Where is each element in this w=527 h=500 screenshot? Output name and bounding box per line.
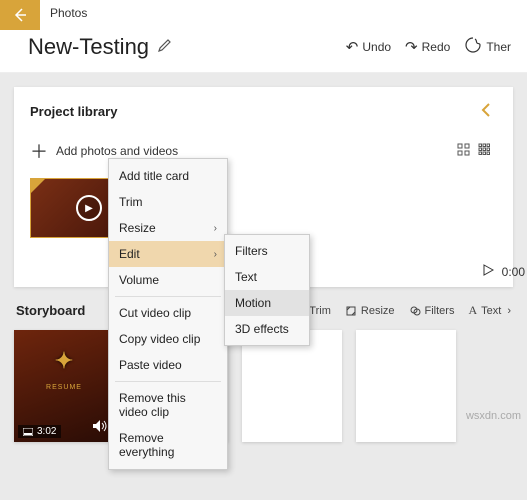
selection-corner-icon xyxy=(31,179,45,193)
storyboard-empty-slot[interactable] xyxy=(242,330,342,442)
menu-trim[interactable]: Trim xyxy=(109,189,227,215)
submenu-text[interactable]: Text xyxy=(225,264,309,290)
plus-icon: ＋ xyxy=(30,138,48,164)
clip-overlay-text: RESUME xyxy=(14,384,114,391)
back-button[interactable] xyxy=(0,0,40,30)
storyboard-clips: ✦ RESUME 3:02 xyxy=(14,330,513,442)
storyboard-clip[interactable]: ✦ RESUME 3:02 xyxy=(14,330,114,442)
redo-icon: ↷ xyxy=(405,38,418,56)
themes-button[interactable]: Ther xyxy=(464,36,511,58)
submenu-motion[interactable]: Motion xyxy=(225,290,309,316)
menu-separator xyxy=(115,296,221,297)
edit-submenu: Filters Text Motion 3D effects xyxy=(224,234,310,346)
menu-copy[interactable]: Copy video clip xyxy=(109,326,227,352)
menu-add-title-card[interactable]: Add title card xyxy=(109,163,227,189)
play-overlay-icon: ▶ xyxy=(76,195,102,221)
undo-button[interactable]: ↶ Undo xyxy=(346,38,391,56)
text-icon: A xyxy=(468,303,477,318)
storyboard-title: Storyboard xyxy=(16,303,85,318)
preview-play-button[interactable] xyxy=(482,264,494,279)
grid-small-view-button[interactable] xyxy=(478,143,491,159)
palette-icon xyxy=(464,36,482,58)
undo-label: Undo xyxy=(362,40,391,54)
storyboard-empty-slot[interactable] xyxy=(356,330,456,442)
preview-time: 0:00 xyxy=(502,265,525,279)
menu-resize[interactable]: Resize› xyxy=(109,215,227,241)
add-media-label: Add photos and videos xyxy=(56,144,178,158)
context-menu: Add title card Trim Resize› Edit› Volume… xyxy=(108,158,228,470)
menu-remove-clip[interactable]: Remove this video clip xyxy=(109,385,227,425)
submenu-3d-effects[interactable]: 3D effects xyxy=(225,316,309,342)
resize-tool[interactable]: Resize xyxy=(345,305,395,317)
collapse-library-button[interactable] xyxy=(479,101,493,122)
more-tools-button[interactable]: › xyxy=(507,305,511,317)
clip-artwork-icon: ✦ xyxy=(55,348,73,374)
chevron-right-icon: › xyxy=(507,305,511,317)
arrow-left-icon xyxy=(12,7,28,23)
clip-volume-icon[interactable] xyxy=(92,419,108,436)
menu-cut[interactable]: Cut video clip xyxy=(109,300,227,326)
filters-icon xyxy=(409,305,421,317)
menu-paste[interactable]: Paste video xyxy=(109,352,227,378)
edit-title-button[interactable] xyxy=(157,37,173,57)
undo-icon: ↶ xyxy=(346,38,359,56)
redo-button[interactable]: ↷ Redo xyxy=(405,38,450,56)
text-tool[interactable]: A Text xyxy=(468,303,501,318)
menu-edit[interactable]: Edit› xyxy=(109,241,227,267)
themes-label: Ther xyxy=(486,40,511,54)
menu-volume[interactable]: Volume xyxy=(109,267,227,293)
chevron-right-icon: › xyxy=(214,249,217,260)
redo-label: Redo xyxy=(422,40,451,54)
chevron-right-icon: › xyxy=(214,223,217,234)
play-icon xyxy=(482,264,494,276)
grid-small-icon xyxy=(478,143,491,156)
submenu-filters[interactable]: Filters xyxy=(225,238,309,264)
app-name: Photos xyxy=(40,0,97,30)
titlebar: Photos xyxy=(0,0,527,30)
resize-icon xyxy=(345,305,357,317)
preview-controls: 0:00 xyxy=(482,264,525,279)
filters-tool[interactable]: Filters xyxy=(409,305,455,317)
chevron-left-icon xyxy=(479,103,493,117)
project-title: New-Testing xyxy=(28,34,149,60)
menu-separator xyxy=(115,381,221,382)
duration-icon xyxy=(23,428,33,436)
grid-large-icon xyxy=(457,143,470,156)
pencil-icon xyxy=(157,37,173,53)
library-title: Project library xyxy=(30,104,117,119)
watermark: wsxdn.com xyxy=(466,410,521,422)
header: New-Testing ↶ Undo ↷ Redo Ther xyxy=(0,30,527,73)
grid-large-view-button[interactable] xyxy=(457,143,470,159)
clip-duration-badge: 3:02 xyxy=(18,425,61,438)
menu-remove-all[interactable]: Remove everything xyxy=(109,425,227,465)
